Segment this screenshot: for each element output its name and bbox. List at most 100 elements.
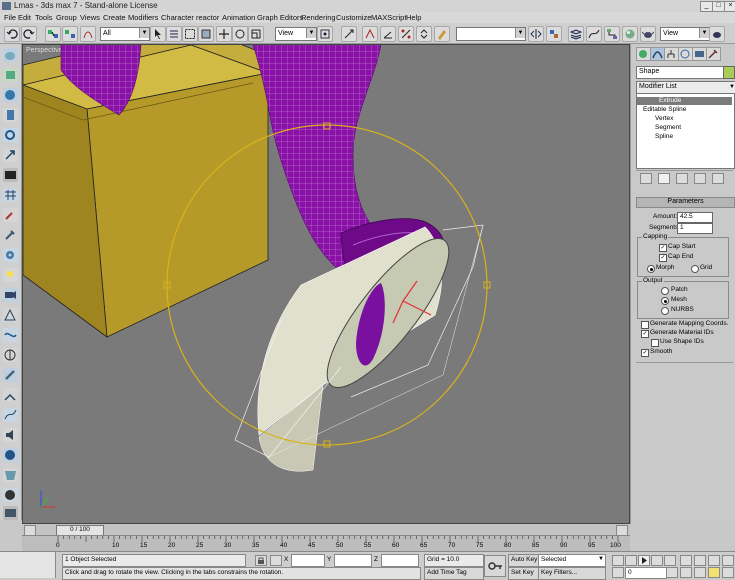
tool-14-button[interactable] xyxy=(3,308,18,322)
menu-maxscript[interactable]: MAXScript xyxy=(371,13,406,22)
maxscript-listener[interactable] xyxy=(0,552,56,578)
tool-23-button[interactable] xyxy=(3,488,18,502)
tool-18-button[interactable] xyxy=(3,388,18,402)
tool-8-button[interactable] xyxy=(3,188,18,202)
ref-coord-dropdown[interactable]: View ▼ xyxy=(275,27,317,41)
x-coord-field[interactable] xyxy=(291,554,325,567)
bind-spacewarp-button[interactable] xyxy=(80,26,96,42)
menu-file[interactable]: File xyxy=(4,13,16,22)
mesh-radio[interactable] xyxy=(661,297,669,305)
tool-1-button[interactable] xyxy=(3,48,18,62)
mirror-button[interactable] xyxy=(528,26,544,42)
cap-end-checkbox[interactable]: ✓ xyxy=(659,254,667,262)
stack-item-vertex[interactable]: Vertex xyxy=(655,115,673,122)
tool-24-button[interactable] xyxy=(3,506,18,520)
modify-tab[interactable] xyxy=(650,47,665,61)
key-mode-toggle-button[interactable] xyxy=(612,567,624,578)
stack-item-spline[interactable]: Spline xyxy=(655,133,673,140)
zoom-all-button[interactable] xyxy=(694,555,706,566)
make-unique-button[interactable] xyxy=(676,173,688,184)
arc-rotate-button[interactable] xyxy=(708,567,720,578)
menu-group[interactable]: Group xyxy=(56,13,77,22)
tool-11-button[interactable] xyxy=(3,248,18,262)
render-scene-button[interactable] xyxy=(640,26,656,42)
remove-modifier-button[interactable] xyxy=(694,173,706,184)
tool-4-button[interactable] xyxy=(3,108,18,122)
utilities-tab[interactable] xyxy=(706,47,721,61)
curve-editor-button[interactable] xyxy=(586,26,602,42)
grid-radio[interactable] xyxy=(691,265,699,273)
object-color-swatch[interactable] xyxy=(723,66,735,79)
amount-spinner[interactable]: 42.5 xyxy=(677,212,713,223)
menu-rendering[interactable]: Rendering xyxy=(301,13,336,22)
use-shape-ids-checkbox[interactable] xyxy=(651,339,659,347)
close-button[interactable]: × xyxy=(724,1,735,12)
edit-named-sel-button[interactable] xyxy=(434,26,450,42)
zoom-button[interactable] xyxy=(680,555,692,566)
pan-button[interactable] xyxy=(694,567,706,578)
menu-animation[interactable]: Animation xyxy=(222,13,255,22)
menu-reactor[interactable]: reactor xyxy=(196,13,219,22)
material-editor-button[interactable] xyxy=(622,26,638,42)
show-end-result-button[interactable] xyxy=(658,173,670,184)
schematic-view-button[interactable] xyxy=(604,26,620,42)
named-selection-dropdown[interactable]: ▼ xyxy=(456,27,526,41)
auto-key-button[interactable]: Auto Key xyxy=(508,554,540,567)
menu-help[interactable]: Help xyxy=(406,13,421,22)
tool-5-button[interactable] xyxy=(3,128,18,142)
zoom-extents-all-button[interactable] xyxy=(722,555,734,566)
extruded-shape[interactable] xyxy=(234,223,484,472)
gen-mapping-checkbox[interactable] xyxy=(641,321,649,329)
select-object-button[interactable] xyxy=(150,26,166,42)
maximize-viewport-button[interactable] xyxy=(722,567,734,578)
layer-manager-button[interactable] xyxy=(568,26,584,42)
tool-3-button[interactable] xyxy=(3,88,18,102)
menu-graph-editors[interactable]: Graph Editors xyxy=(257,13,303,22)
select-by-name-button[interactable] xyxy=(166,26,182,42)
current-frame-field[interactable]: 0 xyxy=(625,567,667,579)
gen-material-checkbox[interactable]: ✓ xyxy=(641,330,649,338)
tool-12-button[interactable] xyxy=(3,268,18,282)
menu-views[interactable]: Views xyxy=(80,13,100,22)
configure-sets-button[interactable] xyxy=(712,173,724,184)
select-scale-button[interactable] xyxy=(248,26,264,42)
display-tab[interactable] xyxy=(692,47,707,61)
morph-radio[interactable] xyxy=(647,265,655,273)
tool-21-button[interactable] xyxy=(3,448,18,462)
stack-item-extrude[interactable]: Extrude xyxy=(637,97,732,105)
select-manipulate-button[interactable] xyxy=(341,26,357,42)
snap-toggle-button[interactable] xyxy=(362,26,378,42)
tool-22-button[interactable] xyxy=(3,468,18,482)
key-mode-dropdown[interactable]: Selected ▼ xyxy=(538,554,606,567)
tool-17-button[interactable] xyxy=(3,368,18,382)
fov-button[interactable] xyxy=(680,567,692,578)
y-coord-field[interactable] xyxy=(334,554,372,567)
menu-character[interactable]: Character xyxy=(161,13,194,22)
zoom-extents-button[interactable] xyxy=(708,555,720,566)
select-rotate-button[interactable] xyxy=(232,26,248,42)
tool-2-button[interactable] xyxy=(3,68,18,82)
lock-selection-button[interactable] xyxy=(255,555,267,566)
tool-10-button[interactable] xyxy=(3,228,18,242)
percent-snap-button[interactable] xyxy=(398,26,414,42)
spinner-snap-button[interactable] xyxy=(416,26,432,42)
box-object[interactable] xyxy=(23,45,270,338)
selection-filter-dropdown[interactable]: All ▼ xyxy=(100,27,150,41)
stack-item-editable-spline[interactable]: Editable Spline xyxy=(643,106,686,113)
unlink-button[interactable] xyxy=(62,26,78,42)
z-coord-field[interactable] xyxy=(381,554,419,567)
parameters-rollout-header[interactable]: Parameters xyxy=(636,197,735,208)
render-type-dropdown[interactable]: View ▼ xyxy=(660,27,710,41)
region-select-button[interactable] xyxy=(182,26,198,42)
tool-9-button[interactable] xyxy=(3,208,18,222)
pin-stack-button[interactable] xyxy=(640,173,652,184)
set-key-button[interactable]: Set Key xyxy=(508,567,540,580)
nurbs-radio[interactable] xyxy=(661,307,669,315)
tool-6-button[interactable] xyxy=(3,148,18,162)
set-key-mode-button[interactable] xyxy=(484,555,506,577)
quick-render-button[interactable] xyxy=(709,26,725,42)
patch-radio[interactable] xyxy=(661,287,669,295)
select-move-button[interactable] xyxy=(216,26,232,42)
create-tab[interactable] xyxy=(636,47,651,61)
tool-19-button[interactable] xyxy=(3,408,18,422)
